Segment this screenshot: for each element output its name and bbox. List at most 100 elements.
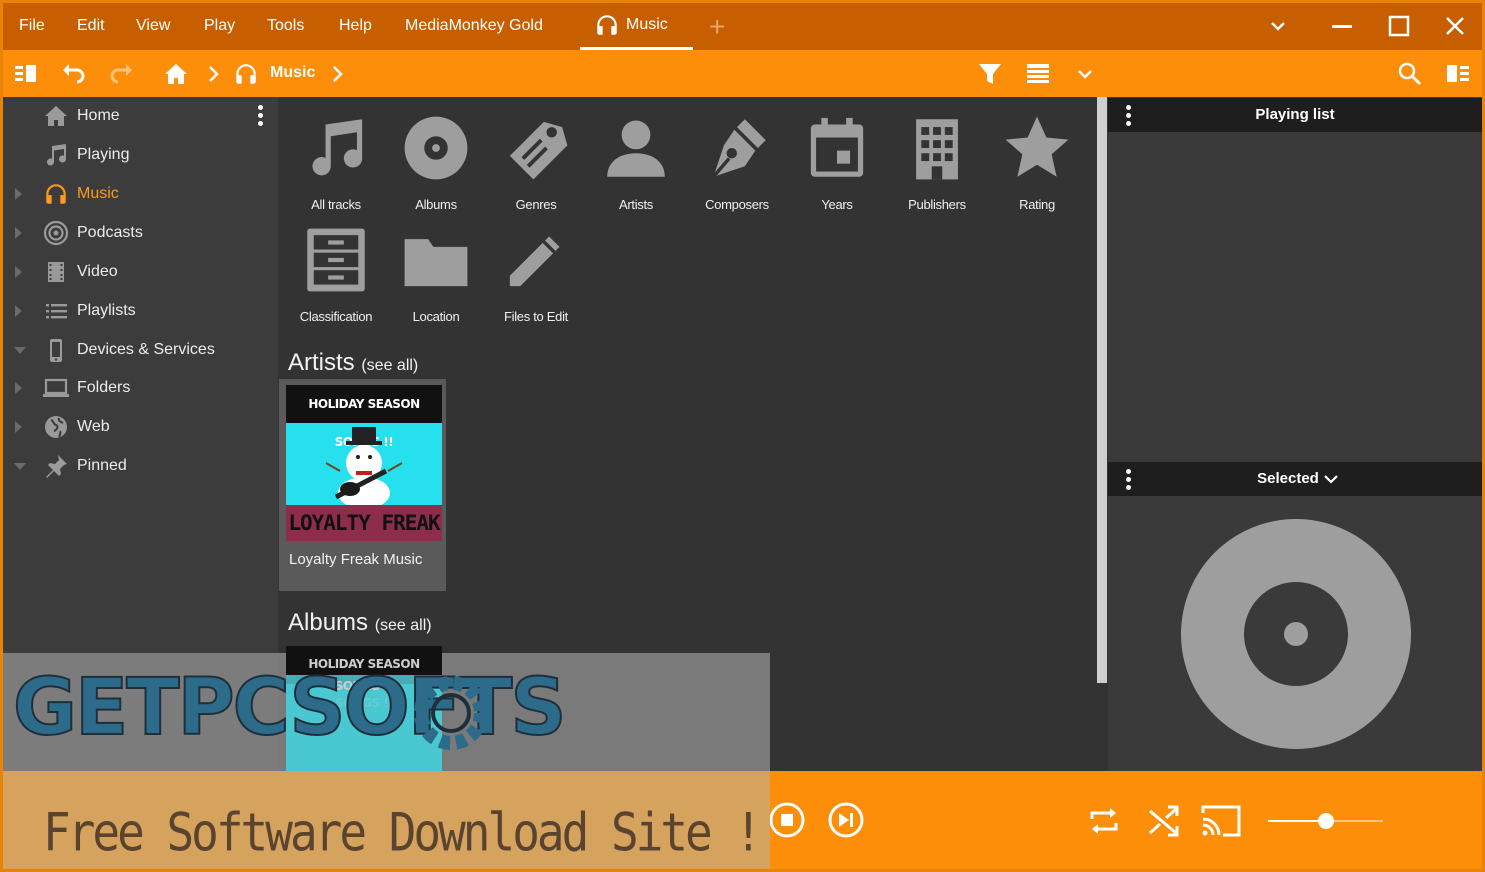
home-icon xyxy=(45,106,67,126)
menu-bar: File Edit View Play Tools Help MediaMonk… xyxy=(3,3,1482,50)
maximize-icon[interactable] xyxy=(1384,11,1414,41)
menu-view[interactable]: View xyxy=(136,17,170,35)
disc-placeholder-icon xyxy=(1181,519,1411,749)
volume-fill xyxy=(1268,820,1326,822)
menu-help[interactable]: Help xyxy=(339,17,372,35)
building-icon xyxy=(916,119,958,180)
undo-icon[interactable] xyxy=(61,61,87,87)
volume-slider[interactable] xyxy=(1268,813,1383,829)
tile-composers[interactable]: Composers xyxy=(687,113,787,223)
repeat-icon[interactable] xyxy=(1086,803,1122,839)
expand-arrow-icon[interactable] xyxy=(15,382,22,394)
stop-icon[interactable] xyxy=(768,801,806,839)
calendar-icon xyxy=(810,117,864,177)
breadcrumb-chevron-icon[interactable] xyxy=(325,61,351,87)
pencil-icon xyxy=(509,236,560,287)
chevron-down-icon[interactable] xyxy=(1072,61,1098,87)
list-icon xyxy=(46,304,67,319)
expand-arrow-icon[interactable] xyxy=(15,305,22,317)
menu-edit[interactable]: Edit xyxy=(77,17,105,35)
close-icon[interactable] xyxy=(1440,11,1470,41)
tile-genres[interactable]: Genres xyxy=(486,113,586,223)
sidebar-item-playing[interactable]: Playing xyxy=(3,136,278,175)
sidebar-item-folders[interactable]: Folders xyxy=(3,369,278,408)
redo-icon[interactable] xyxy=(108,61,134,87)
breadcrumb-chevron-icon xyxy=(209,66,219,82)
albums-title: Albums xyxy=(288,609,369,636)
minimize-icon[interactable] xyxy=(1327,11,1357,41)
right-panel-toggle-icon[interactable] xyxy=(1445,61,1471,87)
add-tab-icon[interactable]: + xyxy=(709,11,725,43)
watermark-banner: HOLIDAY SEASON SONGS !! GETPCSOFTS xyxy=(3,653,770,771)
sidebar-item-pinned[interactable]: Pinned xyxy=(3,447,278,486)
artists-see-all-link[interactable]: (see all) xyxy=(361,357,418,374)
sidebar-item-music[interactable]: Music xyxy=(3,175,278,214)
globe-icon xyxy=(45,416,67,438)
phone-icon xyxy=(50,339,62,362)
cast-icon[interactable] xyxy=(1199,801,1243,841)
watermark-tagline-bar: Free Software Download Site ! xyxy=(3,771,770,869)
playing-list-header: Playing list xyxy=(1108,98,1482,132)
albums-see-all-link[interactable]: (see all) xyxy=(375,617,432,634)
sidebar-item-devices-services[interactable]: Devices & Services xyxy=(3,331,278,370)
view-list-icon[interactable] xyxy=(1025,61,1051,87)
star-icon xyxy=(1005,116,1069,177)
cabinet-icon xyxy=(307,228,365,292)
film-icon xyxy=(48,262,64,282)
menu-play[interactable]: Play xyxy=(204,17,235,35)
headphones-icon xyxy=(597,15,617,35)
collapse-arrow-icon[interactable] xyxy=(14,347,26,354)
snowman-illustration xyxy=(325,427,403,507)
chevron-down-icon[interactable] xyxy=(1322,470,1340,488)
menu-mediamonkey-gold[interactable]: MediaMonkey Gold xyxy=(405,17,543,35)
home-icon[interactable] xyxy=(163,61,189,87)
expand-arrow-icon[interactable] xyxy=(15,266,22,278)
sidebar-item-label: Home xyxy=(77,107,120,124)
person-icon xyxy=(607,120,665,177)
selected-title[interactable]: Selected xyxy=(1108,470,1468,487)
tile-rating[interactable]: Rating xyxy=(987,113,1087,223)
tile-artists[interactable]: Artists xyxy=(586,113,686,223)
collapse-arrow-icon[interactable] xyxy=(14,463,26,470)
sidebar-item-podcasts[interactable]: Podcasts xyxy=(3,214,278,253)
artist-name: Loyalty Freak Music xyxy=(289,551,423,568)
right-panel: Playing list Selected xyxy=(1108,97,1482,771)
sidebar-item-home[interactable]: Home xyxy=(3,97,278,136)
volume-knob[interactable] xyxy=(1317,813,1334,829)
artist-card[interactable]: HOLIDAY SEASON SONGS !! LOYALTY FREAK MU… xyxy=(279,379,446,591)
breadcrumb-music[interactable]: Music xyxy=(270,64,315,82)
toolbar: Music xyxy=(3,50,1482,97)
sidebar-item-video[interactable]: Video xyxy=(3,253,278,292)
sidebar-item-label: Devices & Services xyxy=(77,341,215,358)
expand-arrow-icon[interactable] xyxy=(15,188,22,200)
sidebar-item-playlists[interactable]: Playlists xyxy=(3,292,278,331)
tab-music[interactable]: Music xyxy=(580,3,693,50)
tile-location[interactable]: Location xyxy=(386,225,486,335)
sidebar-item-label: Folders xyxy=(77,379,131,396)
music-note-icon xyxy=(47,144,66,166)
tile-classification[interactable]: Classification xyxy=(286,225,386,335)
tab-music-label: Music xyxy=(626,16,668,33)
selected-header: Selected xyxy=(1108,462,1482,496)
albums-heading: Albums (see all) xyxy=(288,609,432,637)
expand-arrow-icon[interactable] xyxy=(15,227,22,239)
tile-years[interactable]: Years xyxy=(787,113,887,223)
tile-all-tracks[interactable]: All tracks xyxy=(286,113,386,223)
tile-publishers[interactable]: Publishers xyxy=(887,113,987,223)
laptop-icon xyxy=(43,378,69,397)
cover-footer-text: LOYALTY FREAK MUSIC xyxy=(286,505,442,541)
filter-icon[interactable] xyxy=(977,61,1003,87)
expand-arrow-icon[interactable] xyxy=(15,421,22,433)
tag-icon xyxy=(509,121,568,180)
sidebar-toggle-icon[interactable] xyxy=(13,61,39,87)
main-scrollbar[interactable] xyxy=(1097,97,1107,683)
sidebar-item-web[interactable]: Web xyxy=(3,408,278,447)
tile-files-to-edit[interactable]: Files to Edit xyxy=(486,225,586,335)
tile-albums[interactable]: Albums xyxy=(386,113,486,223)
menu-file[interactable]: File xyxy=(19,17,45,35)
menu-tools[interactable]: Tools xyxy=(267,17,304,35)
shuffle-icon[interactable] xyxy=(1146,803,1182,839)
search-icon[interactable] xyxy=(1397,61,1423,87)
chevron-down-icon[interactable] xyxy=(1263,11,1293,41)
next-icon[interactable] xyxy=(827,801,865,839)
